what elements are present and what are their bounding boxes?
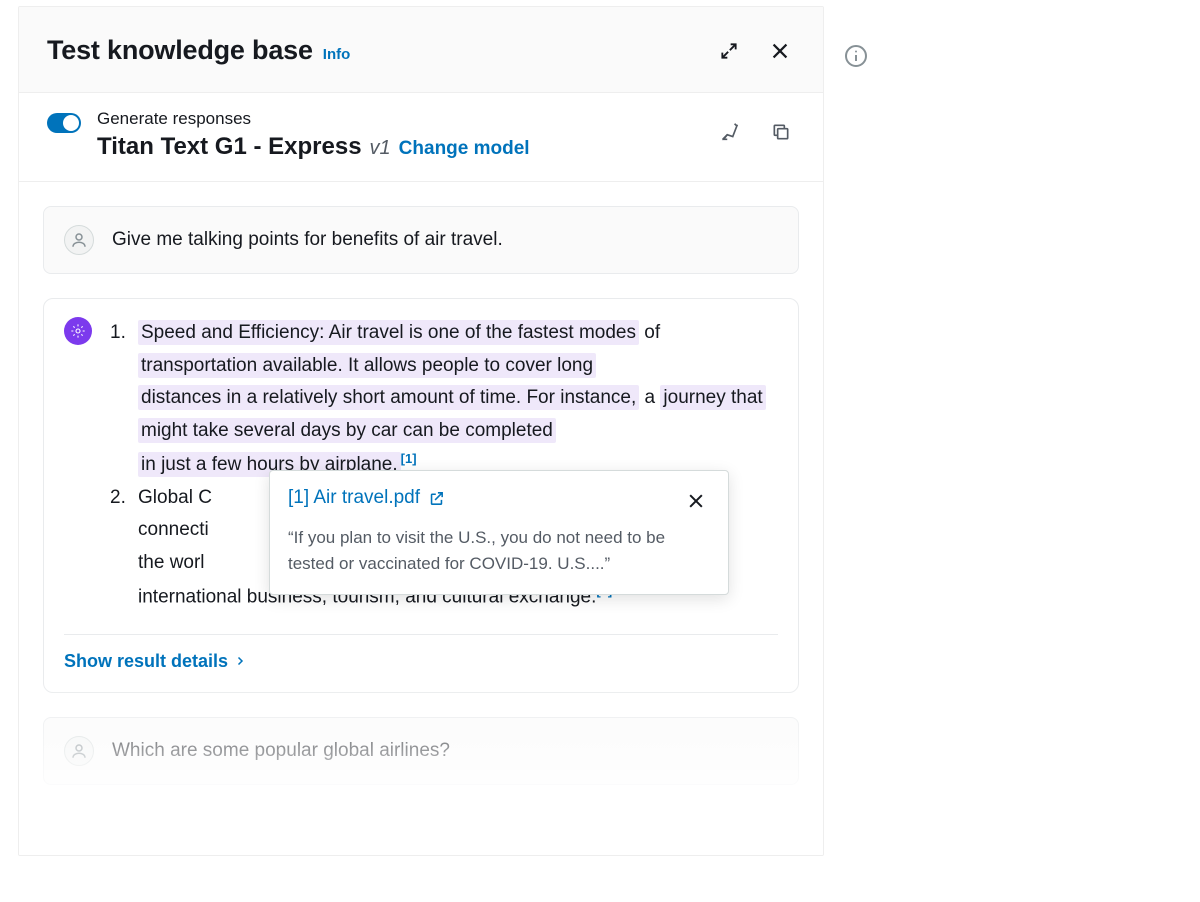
info-link[interactable]: Info [323, 46, 351, 63]
user-avatar-icon [64, 225, 94, 255]
divider [64, 634, 778, 635]
chevron-right-icon [234, 655, 246, 667]
generate-responses-toggle[interactable] [47, 113, 81, 133]
test-kb-panel: Test knowledge base Info [18, 6, 824, 856]
assistant-message: 1. Speed and Efficiency: Air travel is o… [43, 298, 799, 693]
panel-header: Test knowledge base Info [19, 7, 823, 93]
citation-1[interactable]: [1] [401, 451, 417, 466]
model-version: v1 [370, 137, 391, 160]
user-message: Give me talking points for benefits of a… [43, 206, 799, 274]
popover-close-icon[interactable] [682, 487, 710, 515]
user-message-text: Which are some popular global airlines? [112, 740, 450, 762]
assistant-avatar-icon [64, 317, 92, 345]
info-icon[interactable] [844, 44, 868, 73]
close-icon[interactable] [765, 36, 795, 66]
citation-snippet: “If you plan to visit the U.S., you do n… [288, 525, 710, 576]
user-avatar-icon [64, 736, 94, 766]
expand-icon[interactable] [715, 37, 743, 65]
citation-popover: [1] Air travel.pdf “If you pl [269, 470, 729, 595]
panel-title: Test knowledge base [47, 35, 313, 66]
citation-source-link[interactable]: [1] Air travel.pdf [288, 487, 445, 509]
model-row: Generate responses Titan Text G1 - Expre… [19, 93, 823, 182]
change-model-link[interactable]: Change model [399, 138, 530, 160]
show-result-details[interactable]: Show result details [64, 651, 246, 672]
external-link-icon [428, 490, 445, 507]
generate-responses-label: Generate responses [97, 109, 530, 129]
model-name: Titan Text G1 - Express [97, 133, 362, 161]
user-message-text: Give me talking points for benefits of a… [112, 229, 503, 251]
list-item: 1. Speed and Efficiency: Air travel is o… [110, 317, 778, 482]
clear-icon[interactable] [715, 117, 745, 147]
user-message: Which are some popular global airlines? [43, 717, 799, 785]
copy-icon[interactable] [767, 117, 795, 147]
chat-area: Give me talking points for benefits of a… [19, 182, 823, 785]
